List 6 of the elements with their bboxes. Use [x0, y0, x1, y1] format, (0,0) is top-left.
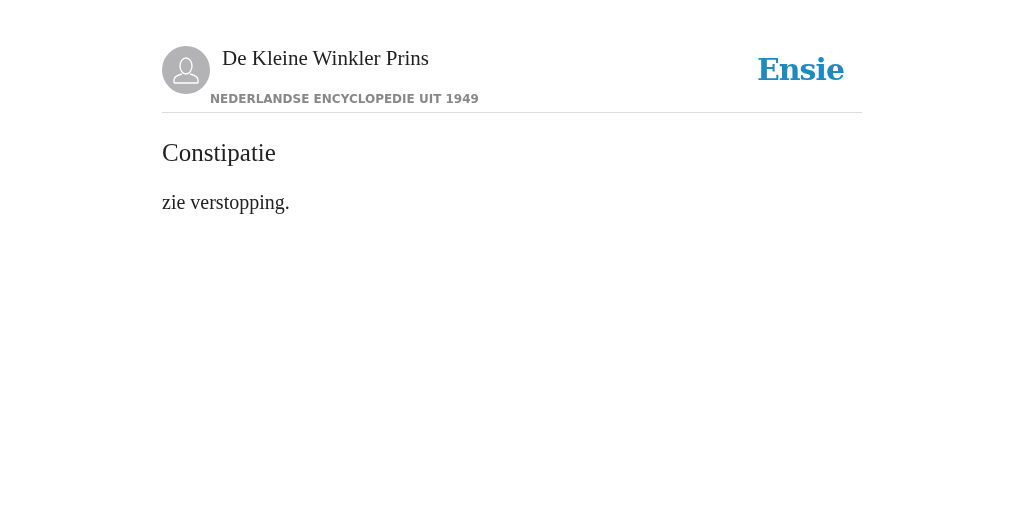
ensie-logo[interactable]: Ensie — [756, 52, 844, 106]
article-body: zie verstopping. — [162, 191, 291, 214]
encyclopedia-subtitle: NEDERLANDSE ENCYCLOPEDIE UIT 1949 — [210, 92, 479, 106]
avatar-icon — [162, 46, 210, 94]
article-title: Constipatie — [162, 139, 277, 167]
encyclopedia-title: De Kleine Winkler Prins — [222, 46, 429, 71]
